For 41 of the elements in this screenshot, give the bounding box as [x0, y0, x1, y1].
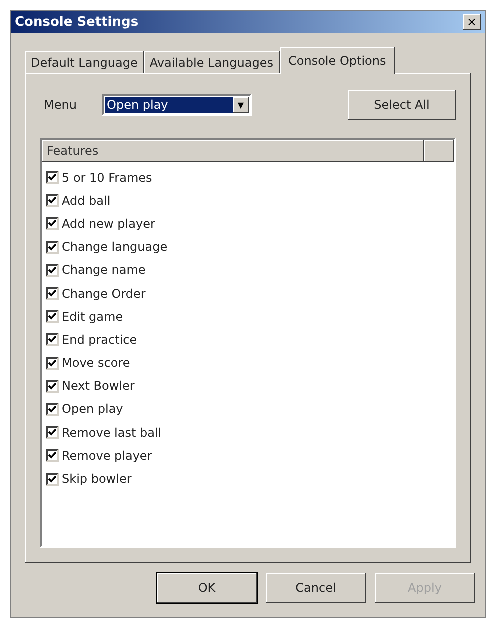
checkbox[interactable]	[46, 402, 59, 416]
feature-label: Change language	[62, 240, 168, 254]
checkbox[interactable]	[46, 449, 59, 462]
checkbox[interactable]	[46, 240, 59, 254]
dialog-button[interactable]: OK	[157, 573, 257, 603]
feature-label: Skip bowler	[62, 472, 132, 486]
feature-label: Add ball	[62, 194, 111, 208]
feature-label: Move score	[62, 356, 130, 370]
feature-label: Remove player	[62, 448, 152, 463]
feature-label: End practice	[62, 332, 138, 347]
close-button[interactable]: ×	[463, 14, 481, 30]
checkbox[interactable]	[46, 171, 59, 184]
window-title: Console Settings	[15, 14, 139, 30]
feature-label: Add new player	[62, 216, 156, 231]
feature-label: 5 or 10 Frames	[62, 170, 152, 185]
select-all-button[interactable]: Select All	[348, 90, 456, 120]
dropdown-arrow-button[interactable]: ▼	[233, 97, 249, 113]
checkbox[interactable]	[46, 310, 59, 324]
dialog-button[interactable]: Cancel	[266, 573, 366, 603]
checkbox[interactable]	[46, 264, 59, 277]
checkbox[interactable]	[46, 194, 59, 208]
menu-label: Menu	[43, 98, 78, 112]
feature-label: Open play	[62, 402, 124, 416]
checkbox[interactable]	[46, 287, 59, 300]
tab[interactable]: Available Languages	[144, 51, 280, 73]
tab[interactable]: Default Language	[25, 51, 144, 73]
column-header[interactable]: Features	[42, 140, 424, 162]
feature-label: Next Bowler	[62, 379, 135, 394]
checkbox[interactable]	[46, 333, 59, 346]
feature-label: Change name	[62, 263, 146, 278]
feature-label: Edit game	[62, 310, 124, 324]
checkbox[interactable]	[46, 472, 59, 486]
checkbox[interactable]	[46, 217, 59, 230]
checkbox[interactable]	[46, 380, 59, 393]
menu-dropdown[interactable]: Open play ▼	[102, 94, 252, 116]
feature-label: Remove last ball	[62, 426, 162, 440]
checkbox[interactable]	[46, 356, 59, 370]
dropdown-value: Open play	[105, 97, 233, 113]
checkbox[interactable]	[46, 426, 59, 440]
tab[interactable]: Console Options	[280, 47, 396, 74]
feature-label: Change Order	[62, 286, 146, 301]
